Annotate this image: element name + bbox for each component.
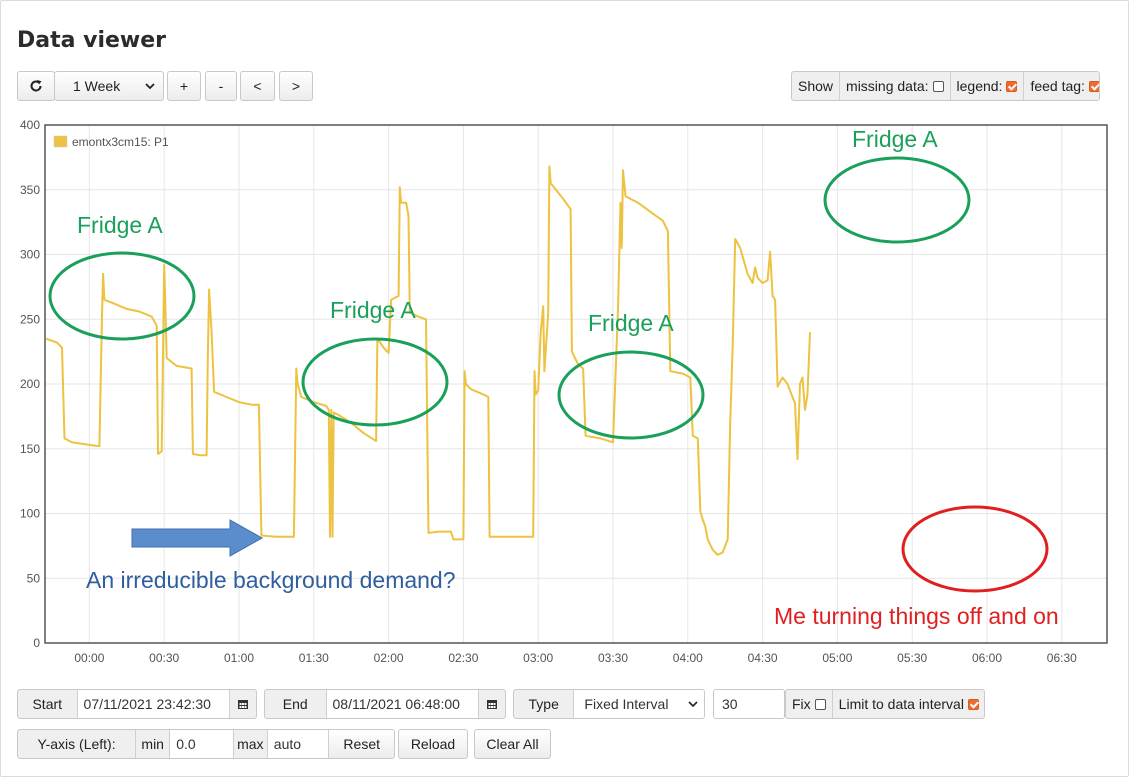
min-input[interactable]: 0.0 — [170, 730, 234, 758]
x-tick-label: 01:00 — [224, 651, 254, 665]
y-axis: 0 50 100 150 200 250 300 350 400 — [20, 118, 40, 650]
end-calendar-button[interactable] — [479, 690, 505, 718]
reset-button[interactable]: Reset — [329, 730, 394, 758]
x-tick-label: 06:30 — [1047, 651, 1077, 665]
limit-label: Limit to data interval — [838, 696, 964, 712]
limit-checkbox[interactable] — [967, 698, 979, 710]
y-axis-label: Y-axis (Left): — [18, 730, 137, 758]
type-select-value: Fixed Interval — [584, 696, 669, 712]
chart-legend: emontx3cm15: P1 — [53, 135, 169, 149]
x-tick-label: 02:00 — [374, 651, 404, 665]
end-input[interactable]: 08/11/2021 06:48:00 — [326, 690, 480, 718]
fridge-ellipse — [301, 337, 449, 427]
max-label: max — [234, 730, 268, 758]
fridge-label: Fridge A — [852, 126, 938, 152]
x-tick-label: 03:00 — [523, 651, 553, 665]
y-tick-label: 350 — [20, 183, 40, 197]
fix-toggle[interactable]: Fix — [786, 690, 833, 718]
y-axis-control: Y-axis (Left): min 0.0 max auto Reset — [17, 729, 395, 759]
max-input[interactable]: auto — [267, 730, 330, 758]
y-tick-label: 200 — [20, 377, 40, 391]
end-label: End — [265, 690, 327, 718]
fridge-label: Fridge A — [330, 297, 416, 323]
chart-grid — [45, 124, 1107, 644]
y-tick-label: 300 — [20, 248, 40, 262]
interval-options: Fix Limit to data interval — [785, 689, 985, 719]
type-label: Type — [514, 690, 575, 718]
start-label: Start — [18, 690, 78, 718]
y-tick-label: 250 — [20, 312, 40, 326]
y-tick-label: 150 — [20, 442, 40, 456]
chevron-down-icon — [688, 701, 698, 708]
power-chart[interactable]: 0 50 100 150 200 250 300 350 400 00:00 00:30 01:00… — [0, 0, 1129, 777]
calendar-icon — [238, 700, 249, 709]
x-tick-label: 05:30 — [897, 651, 927, 665]
x-tick-label: 01:30 — [299, 651, 329, 665]
y-tick-label: 0 — [33, 636, 40, 650]
fridge-label: Fridge A — [77, 212, 163, 238]
start-control: Start 07/11/2021 23:42:30 — [17, 689, 257, 719]
x-tick-label: 00:30 — [149, 651, 179, 665]
y-tick-label: 100 — [20, 507, 40, 521]
x-tick-label: 04:30 — [748, 651, 778, 665]
calendar-icon — [487, 700, 498, 709]
limit-toggle[interactable]: Limit to data interval — [833, 690, 984, 718]
type-control: Type Fixed Interval — [513, 689, 705, 719]
min-label: min — [136, 730, 171, 758]
x-tick-label: 00:00 — [74, 651, 104, 665]
y-tick-label: 400 — [20, 118, 40, 132]
x-tick-label: 06:00 — [972, 651, 1002, 665]
interval-input[interactable]: 30 — [714, 690, 784, 718]
reload-button[interactable]: Reload — [398, 729, 468, 759]
background-demand-note: An irreducible background demand? — [86, 567, 456, 593]
arrow-icon — [131, 519, 264, 557]
legend-swatch — [53, 135, 68, 148]
fix-label: Fix — [792, 696, 811, 712]
fridge-ellipse — [823, 156, 971, 244]
interval-input-wrap: 30 — [713, 689, 785, 719]
x-tick-label: 02:30 — [448, 651, 478, 665]
fix-checkbox[interactable] — [814, 698, 826, 710]
fridge-ellipse — [557, 350, 705, 440]
legend-label-p1: emontx3cm15: P1 — [72, 135, 169, 149]
x-tick-label: 03:30 — [598, 651, 628, 665]
type-select[interactable]: Fixed Interval — [574, 690, 704, 718]
y-tick-label: 50 — [27, 571, 41, 585]
fridge-ellipse — [48, 251, 196, 341]
x-tick-label: 04:00 — [673, 651, 703, 665]
fridge-label: Fridge A — [588, 310, 674, 336]
x-tick-label: 05:00 — [822, 651, 852, 665]
clear-all-button[interactable]: Clear All — [474, 729, 551, 759]
start-input[interactable]: 07/11/2021 23:42:30 — [77, 690, 231, 718]
x-axis: 00:00 00:30 01:00 01:30 02:00 02:30 03:00 03:30… — [74, 651, 1077, 665]
start-calendar-button[interactable] — [230, 690, 256, 718]
end-control: End 08/11/2021 06:48:00 — [264, 689, 506, 719]
switching-note: Me turning things off and on — [774, 603, 1059, 629]
